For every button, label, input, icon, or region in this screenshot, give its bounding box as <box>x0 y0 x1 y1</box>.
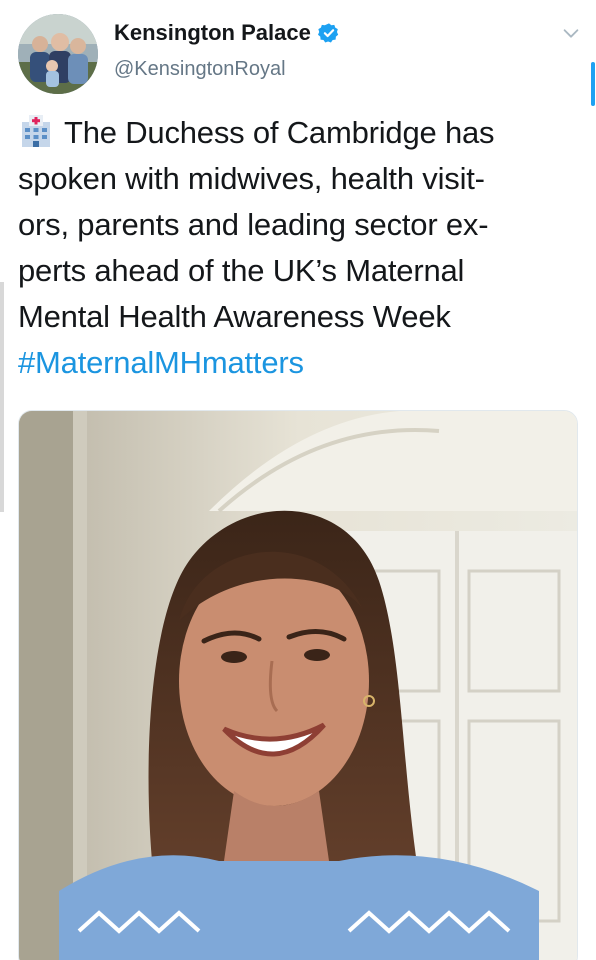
tweet-line: perts ahead of the UK’s Maternal <box>18 253 465 288</box>
media-photo <box>19 411 577 960</box>
tweet-line: ors, parents and leading sector ex- <box>18 207 489 242</box>
tweet-text: The Duchess of Cambridge has spoken with… <box>18 110 584 386</box>
name-row: Kensington Palace <box>114 20 340 46</box>
tweet-line: spoken with midwives, health visit- <box>18 161 485 196</box>
tweet-media-photo[interactable] <box>18 410 578 960</box>
scroll-indicator[interactable] <box>591 62 595 106</box>
display-name[interactable]: Kensington Palace <box>114 20 311 46</box>
hashtag-link[interactable]: #MaternalMHmatters <box>18 340 584 386</box>
chevron-down-icon[interactable] <box>560 22 582 44</box>
avatar[interactable] <box>18 14 98 94</box>
tweet-line-text: The Duchess of Cambridge has <box>64 115 495 150</box>
left-edge-scrollbar <box>0 282 4 512</box>
tweet-line: Mental Health Awareness Week <box>18 299 451 334</box>
verified-badge-icon <box>317 23 339 43</box>
account-handle[interactable]: @KensingtonRoyal <box>114 58 286 81</box>
tweet-header: Kensington Palace @KensingtonRoyal <box>0 0 596 100</box>
tweet-line: The Duchess of Cambridge has <box>18 110 584 156</box>
avatar-photo <box>18 14 98 94</box>
hospital-icon <box>22 115 50 147</box>
